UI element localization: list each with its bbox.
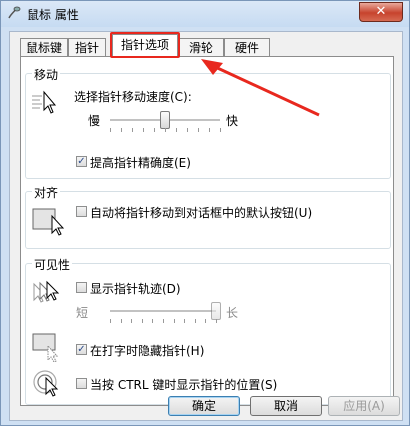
speed-slider-thumb[interactable]	[160, 111, 170, 129]
precision-checkbox[interactable]: ✓	[76, 156, 87, 167]
trail-slider-track	[110, 310, 216, 313]
slider-tick	[131, 319, 133, 323]
slider-tick	[132, 128, 133, 132]
ok-button[interactable]: 确定	[168, 396, 240, 416]
slider-tick	[198, 128, 199, 132]
snap-checkbox[interactable]	[76, 206, 87, 217]
ctrl-location-checkbox[interactable]	[76, 378, 87, 389]
tab-pointers[interactable]: 指针	[68, 38, 106, 56]
slow-label: 慢	[88, 114, 101, 128]
tab-buttons[interactable]: 鼠标键	[20, 38, 68, 56]
slider-tick	[163, 319, 164, 323]
show-location-icon	[33, 370, 59, 397]
cancel-button[interactable]: 取消	[250, 396, 322, 416]
window-title: 鼠标 属性	[27, 8, 79, 22]
hide-while-typing-icon	[32, 333, 59, 362]
slider-tick	[184, 319, 186, 323]
slider-tick	[154, 128, 155, 132]
tab-hardware[interactable]: 硬件	[224, 38, 270, 56]
precision-label[interactable]: 提高指针精确度(E)	[90, 154, 191, 171]
snap-group: 对齐 自动将指针移动到对话框中的默认按钮(U)	[25, 184, 391, 249]
motion-group: 移动 选择指针移动速度(C): 慢 快 ✓ 提高指针精确度(E)	[25, 66, 391, 179]
pointer-options-panel: 移动 选择指针移动速度(C): 慢 快 ✓ 提高指针精确度(E) 对齐 自动将指…	[20, 56, 394, 406]
ctrl-location-label[interactable]: 当按 CTRL 键时显示指针的位置(S)	[90, 376, 277, 393]
trails-label[interactable]: 显示指针轨迹(D)	[90, 280, 181, 297]
pointer-trails-icon	[33, 280, 60, 303]
apply-button[interactable]: 应用(A)	[328, 396, 400, 416]
close-button[interactable]: ✕	[359, 2, 403, 22]
title-bar: 鼠标 属性 ✕	[1, 1, 409, 27]
speed-label: 选择指针移动速度(C):	[74, 90, 192, 104]
snap-group-title: 对齐	[32, 184, 61, 201]
annotation-highlight-box	[110, 32, 180, 58]
pointer-speed-icon	[32, 90, 57, 114]
short-label: 短	[76, 306, 89, 320]
slider-tick	[173, 319, 175, 323]
slider-tick	[141, 319, 143, 323]
slider-tick	[209, 128, 210, 132]
visibility-group: 可见性 显示指针轨迹(D) 短 长 ✓ 在打字时隐藏指针(H) 当按 CTRL …	[25, 256, 391, 405]
slider-tick	[110, 128, 111, 132]
trail-slider-thumb	[211, 302, 221, 320]
fast-label: 快	[226, 114, 239, 128]
motion-group-title: 移动	[32, 66, 61, 83]
tab-wheel[interactable]: 滑轮	[178, 38, 224, 56]
hide-typing-label[interactable]: 在打字时隐藏指针(H)	[90, 342, 204, 359]
slider-tick	[176, 128, 177, 132]
slider-tick	[121, 128, 122, 132]
dialog-client: 鼠标键 指针 指针选项 滑轮 硬件 移动 选择指针移动速度(C): 慢 快 ✓ …	[9, 31, 403, 421]
slider-tick	[120, 319, 122, 323]
hide-typing-checkbox[interactable]: ✓	[76, 344, 87, 355]
slider-tick	[165, 128, 166, 132]
snap-to-icon	[32, 208, 65, 236]
mouse-icon	[8, 6, 21, 19]
slider-tick	[143, 128, 144, 132]
slider-tick	[205, 319, 207, 323]
mouse-properties-window: 鼠标 属性 ✕ 鼠标键 指针 指针选项 滑轮 硬件 移动 选择指针移动速度(C)…	[0, 0, 410, 426]
slider-tick	[110, 319, 111, 323]
snap-label[interactable]: 自动将指针移动到对话框中的默认按钮(U)	[90, 204, 312, 221]
trails-checkbox[interactable]	[76, 282, 87, 293]
slider-tick	[216, 319, 217, 323]
visibility-group-title: 可见性	[32, 256, 73, 273]
slider-tick	[220, 128, 221, 132]
slider-tick	[187, 128, 188, 132]
long-label: 长	[226, 306, 239, 320]
slider-tick	[152, 319, 154, 323]
slider-tick	[194, 319, 196, 323]
